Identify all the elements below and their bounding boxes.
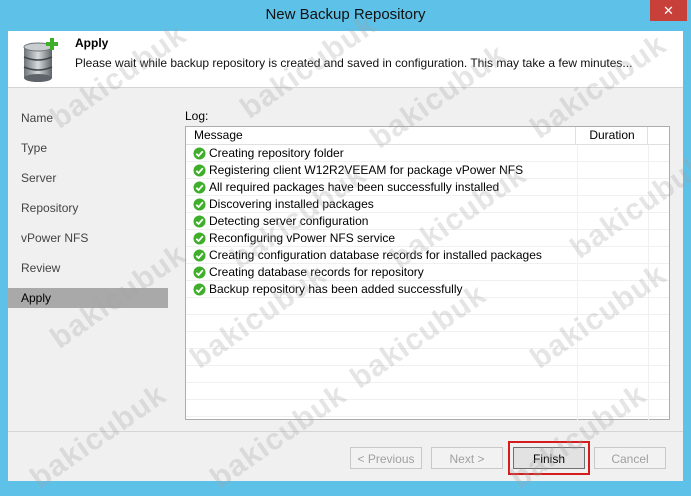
log-duration [577,264,649,280]
log-row-empty [186,298,669,315]
success-check-icon [193,232,206,245]
log-row-empty [186,383,669,400]
apply-step-content: Log: Message Duration Creating repositor… [178,88,678,434]
next-button[interactable]: Next > [431,447,503,469]
step-apply[interactable]: Apply [8,288,168,308]
log-label: Log: [185,109,209,123]
step-repository[interactable]: Repository [8,198,168,218]
log-row[interactable]: Discovering installed packages [186,196,669,213]
database-add-icon [23,38,58,82]
log-message: Detecting server configuration [209,214,369,228]
log-row[interactable]: Detecting server configuration [186,213,669,230]
log-row[interactable]: Creating repository folder [186,145,669,162]
success-check-icon [193,215,206,228]
success-check-icon [193,266,206,279]
log-duration [577,230,649,246]
log-message: Reconfiguring vPower NFS service [209,231,396,245]
log-message: Creating repository folder [209,146,344,160]
page-description: Please wait while backup repository is c… [75,56,633,70]
step-vpower-nfs[interactable]: vPower NFS [8,228,168,248]
step-type[interactable]: Type [8,138,168,158]
log-rows: Creating repository folder Registering cl… [186,145,669,434]
close-button[interactable]: ✕ [650,0,687,21]
log-duration [577,400,649,416]
step-name[interactable]: Name [8,108,168,128]
column-header-duration[interactable]: Duration [577,127,648,144]
log-duration [577,196,649,212]
log-duration [577,366,649,382]
log-message: Registering client W12R2VEEAM for packag… [209,163,524,177]
success-check-icon [193,147,206,160]
finish-button[interactable]: Finish [513,447,585,469]
log-table-header: Message Duration [186,127,669,145]
success-check-icon [193,249,206,262]
column-header-message[interactable]: Message [186,127,576,144]
log-duration [577,315,649,331]
log-message: All required packages have been successf… [209,180,500,194]
log-duration [577,162,649,178]
log-row[interactable]: Registering client W12R2VEEAM for packag… [186,162,669,179]
log-duration [577,281,649,297]
success-check-icon [193,164,206,177]
log-message: Discovering installed packages [209,197,374,211]
log-duration [577,213,649,229]
log-duration [577,179,649,195]
previous-button[interactable]: < Previous [350,447,422,469]
step-server[interactable]: Server [8,168,168,188]
log-row-empty [186,366,669,383]
page-title: Apply [75,36,109,50]
wizard-header: Apply Please wait while backup repositor… [8,31,683,88]
log-duration [577,383,649,399]
log-duration [577,349,649,365]
log-duration [577,247,649,263]
new-backup-repository-window: New Backup Repository ✕ Apply Please wai… [0,0,691,495]
log-table[interactable]: Message Duration Creating repository fol… [185,126,670,434]
log-message: Creating configuration database records … [209,248,542,262]
window-title: New Backup Repository [265,6,426,23]
log-row[interactable]: Reconfiguring vPower NFS service [186,230,669,247]
wizard-steps-sidebar: Name Type Server Repository vPower NFS Review… [8,88,170,431]
log-row[interactable]: Creating database records for repository [186,264,669,281]
wizard-footer: < Previous Next > Finish Cancel [8,431,683,482]
title-bar[interactable]: New Backup Repository ✕ [0,0,691,31]
log-duration [577,298,649,314]
log-message: Backup repository has been added success… [209,282,463,296]
cancel-button[interactable]: Cancel [594,447,666,469]
step-review[interactable]: Review [8,258,168,278]
log-row-empty [186,349,669,366]
success-check-icon [193,181,206,194]
log-row[interactable]: Creating configuration database records … [186,247,669,264]
log-row-empty [186,315,669,332]
wizard-body: Apply Please wait while backup repositor… [8,31,683,481]
log-row-empty [186,332,669,349]
log-row-empty [186,400,669,417]
success-check-icon [193,283,206,296]
log-message: Creating database records for repository [209,265,424,279]
log-duration [577,332,649,348]
log-row[interactable]: Backup repository has been added success… [186,281,669,298]
success-check-icon [193,198,206,211]
log-duration [577,145,649,161]
log-row[interactable]: All required packages have been successf… [186,179,669,196]
